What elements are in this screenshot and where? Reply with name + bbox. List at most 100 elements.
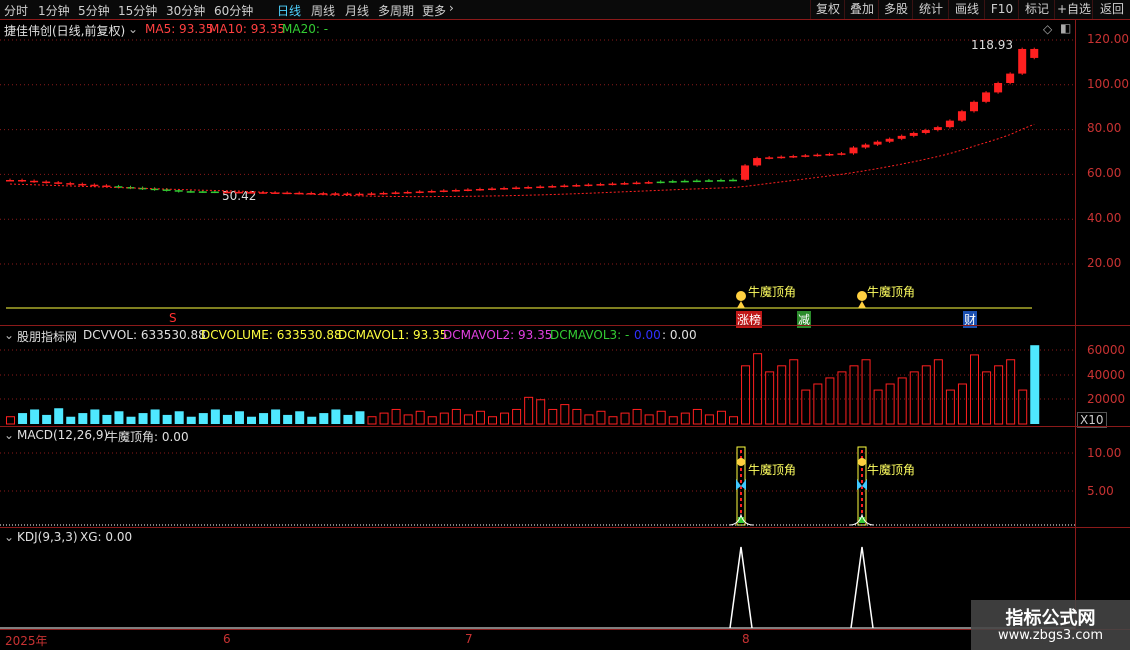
candle-body [729,179,737,182]
volume-bar [512,408,522,425]
volume-bar [114,411,124,424]
volume-bar [126,416,136,424]
candle-body [656,181,665,184]
candle-body [355,193,364,196]
volume-bar [355,411,365,424]
candle-body [825,154,834,156]
signal-marker-icon [737,301,745,308]
volume-bar [210,409,220,424]
volume-bar [90,409,100,424]
candle-body [596,184,605,186]
volume-bar [1030,345,1040,424]
watermark-logo: 指标公式网 www.zbgs3.com [971,600,1130,650]
candle-body [741,165,750,180]
candle-body [234,191,243,194]
candle-body [680,180,689,183]
candle-body [500,188,509,190]
volume-bar [198,413,208,424]
volume-bar [319,413,329,424]
volume-bar [994,365,1004,425]
volume-bar [234,411,244,424]
kdj-xg-line [850,546,874,629]
volume-bar [909,371,919,425]
volume-bar [138,413,148,424]
volume-bar [596,410,606,425]
volume-bar [729,416,738,425]
volume-bar [813,383,823,425]
volume-bar [488,416,497,425]
volume-bar [500,412,510,425]
candle-body [451,189,460,192]
candle-body [982,92,991,102]
volume-bar [620,412,630,425]
volume-bar [885,383,895,425]
volume-bar [403,414,413,425]
volume-bar [825,377,835,425]
volume-bar [861,359,871,425]
watermark-title: 指标公式网 [1005,608,1096,629]
candle-body [427,190,436,193]
candle-body [560,185,569,188]
volume-bar [982,371,992,425]
candle-body [584,184,593,187]
candle-body [42,181,51,184]
volume-bar [632,408,642,425]
volume-bar [668,416,678,425]
volume-bar [837,371,847,425]
volume-bar [680,412,690,425]
volume-bar [283,414,293,424]
volume-bar [536,399,546,425]
volume-bar [704,414,714,425]
volume-bar [78,413,88,424]
volume-bar [957,383,967,425]
candle-body [512,187,521,190]
candle-body [198,191,207,193]
volume-bar [66,416,76,424]
candle-body [78,183,87,186]
volume-bar [560,404,570,425]
candle-body [813,154,822,157]
volume-bar [524,396,534,425]
ma-line [9,123,1035,198]
volume-bar [692,408,702,425]
candle-body [837,153,846,155]
volume-bar [186,416,196,424]
candle-body [849,147,858,154]
candle-body [994,83,1003,93]
candle-body [632,182,641,185]
candle-body [30,180,39,183]
volume-bar [162,414,172,424]
volume-bar [259,413,269,424]
volume-bar [295,411,305,424]
candle-body [379,192,388,195]
candle-body [415,191,424,193]
stock-chart[interactable] [0,0,1130,650]
candle-body [970,101,978,112]
volume-bar [475,410,485,425]
candle-body [1018,48,1027,74]
candle-body [18,180,27,182]
volume-bar [572,408,582,425]
volume-bar [150,409,160,424]
volume-bar [945,389,955,425]
volume-bar [343,414,353,424]
candle-body [861,144,870,148]
candle-body [488,188,496,191]
volume-bar [222,414,232,424]
volume-bar [897,377,907,425]
signal-marker-icon [737,458,745,466]
volume-bar [753,353,763,425]
signal-marker-icon [736,291,746,301]
candle-body [692,180,701,183]
candle-body [704,180,713,182]
volume-bar [30,409,40,424]
candle-body [247,192,255,194]
candle-body [873,141,882,145]
candle-body [66,183,75,185]
volume-bar [789,359,799,425]
volume-bar [42,414,52,424]
watermark-url: www.zbgs3.com [997,628,1104,643]
signal-marker-icon [857,291,867,301]
candle-body [572,185,581,187]
kdj-xg-line [729,546,753,629]
